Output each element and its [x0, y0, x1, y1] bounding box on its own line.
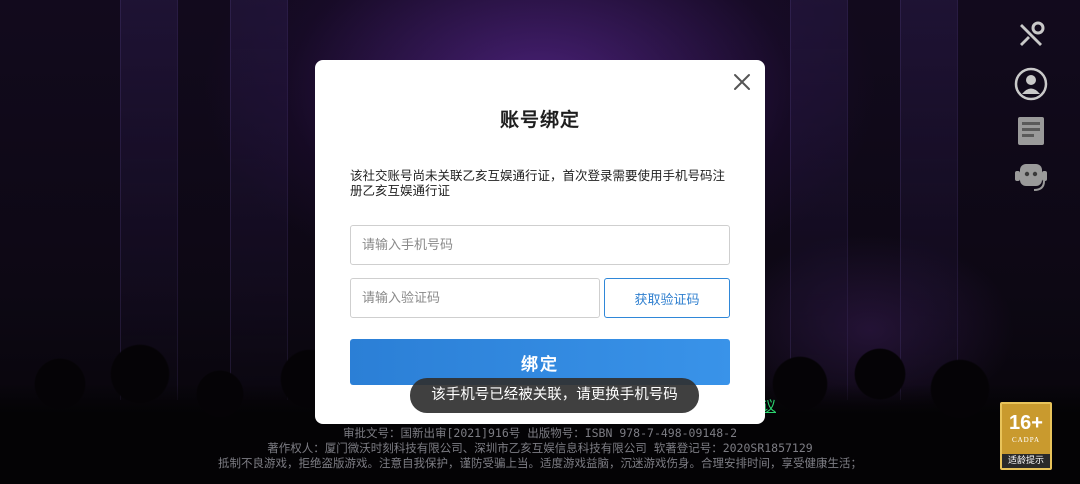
- background-pillar: [790, 0, 848, 400]
- background-pillar: [230, 0, 288, 400]
- user-account-icon: [1014, 67, 1048, 101]
- age-rating-label: 适龄提示: [1002, 454, 1050, 468]
- close-icon: [734, 74, 750, 90]
- notice-button[interactable]: [1012, 112, 1050, 150]
- notice-icon: [1018, 117, 1044, 145]
- verification-code-input[interactable]: [350, 278, 600, 318]
- background-pillar: [120, 0, 178, 400]
- tools-button[interactable]: [1012, 16, 1050, 54]
- toast-message: 该手机号已经被关联，请更换手机号码: [410, 378, 699, 413]
- user-account-button[interactable]: [1012, 65, 1050, 103]
- age-rating-badge[interactable]: 16+ CADPA 适龄提示: [1000, 402, 1052, 470]
- age-rating-org: CADPA: [1011, 436, 1041, 444]
- age-rating-number: 16+: [1009, 412, 1043, 434]
- tools-icon: [1020, 21, 1045, 46]
- customer-service-button[interactable]: [1012, 158, 1050, 196]
- health-advisory-line: 抵制不良游戏，拒绝盗版游戏。注意自我保护，谨防受骗上当。适度游戏益脑，沉迷游戏伤…: [218, 456, 862, 470]
- get-verification-code-button[interactable]: 获取验证码: [604, 278, 730, 318]
- customer-service-icon: [1015, 164, 1047, 191]
- background-pillar: [900, 0, 958, 400]
- close-button[interactable]: [731, 71, 753, 93]
- approval-line: 审批文号：国新出审[2021]916号 出版物号：ISBN 978-7-498-…: [342, 426, 738, 440]
- phone-number-input[interactable]: [350, 225, 730, 265]
- dialog-description: 该社交账号尚未关联乙亥互娱通行证，首次登录需要使用手机号码注册乙亥互娱通行证: [350, 168, 726, 198]
- account-binding-dialog: 账号绑定 该社交账号尚未关联乙亥互娱通行证，首次登录需要使用手机号码注册乙亥互娱…: [315, 60, 765, 424]
- copyright-line: 著作权人：厦门微沃时刻科技有限公司、深圳市乙亥互娱信息科技有限公司 软著登记号：…: [267, 441, 813, 455]
- dialog-title: 账号绑定: [499, 109, 580, 131]
